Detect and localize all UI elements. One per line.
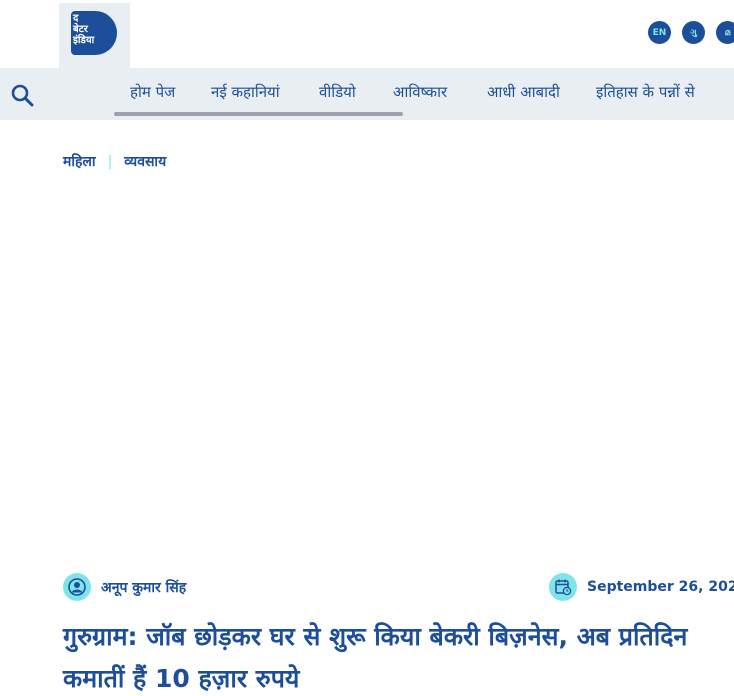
nav-scrollbar[interactable] (114, 112, 403, 116)
nav-item-history[interactable]: इतिहास के पन्नों से (596, 82, 695, 102)
category-link-business[interactable]: व्यवसाय (124, 152, 166, 171)
calendar-icon (549, 573, 577, 601)
category-link-women[interactable]: महिला (63, 152, 96, 171)
logo-line-2: बेटर (73, 24, 88, 35)
language-malayalam-button[interactable]: മ (716, 21, 734, 44)
search-icon[interactable] (10, 83, 34, 107)
site-logo[interactable]: द बेटर इंडिया (59, 3, 130, 68)
nav-item-new-stories[interactable]: नई कहानियां (211, 82, 280, 102)
author-icon (63, 573, 91, 601)
logo-line-3: इंडिया (73, 35, 95, 46)
site-header: द बेटर इंडिया EN ગુ മ (0, 0, 734, 68)
breadcrumb: महिला | व्यवसाय (63, 152, 166, 171)
nav-item-women[interactable]: आधी आबादी (487, 82, 560, 102)
article-date: September 26, 2020 (549, 573, 734, 601)
nav-item-videos[interactable]: वीडियो (319, 82, 356, 102)
nav-item-home[interactable]: होम पेज (130, 82, 175, 102)
author-name[interactable]: अनूप कुमार सिंह (101, 578, 186, 597)
language-english-button[interactable]: EN (648, 21, 671, 44)
category-separator: | (107, 153, 113, 170)
publish-date: September 26, 2020 (587, 579, 734, 595)
article-title: गुरुग्राम: जॉब छोड़कर घर से शुरू किया बे… (63, 622, 688, 693)
language-gujarati-button[interactable]: ગુ (682, 21, 705, 44)
logo-line-1: द (73, 13, 79, 24)
nav-item-innovation[interactable]: आविष्कार (393, 82, 447, 102)
article-author: अनूप कुमार सिंह (63, 573, 186, 601)
logo-text: द बेटर इंडिया (73, 13, 94, 46)
